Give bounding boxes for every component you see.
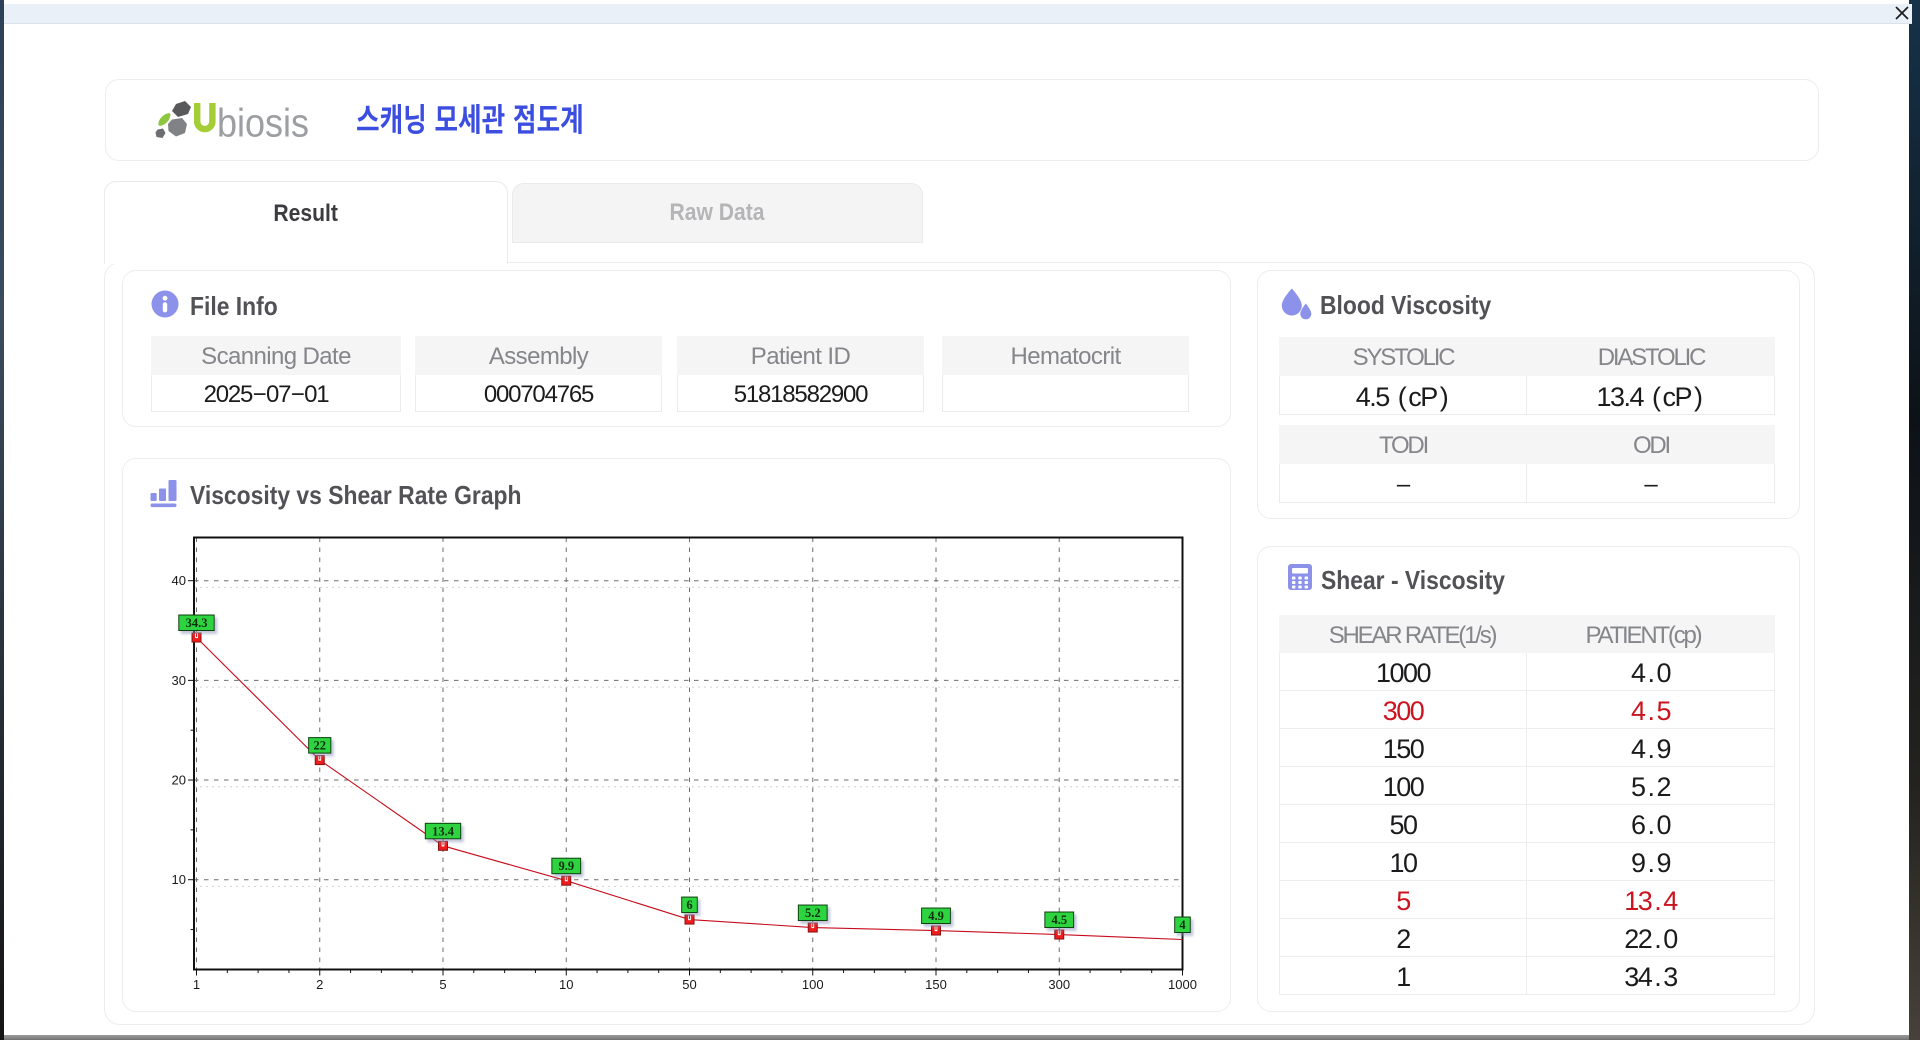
svg-text:30: 30 (172, 673, 186, 688)
svg-text:10: 10 (172, 872, 186, 887)
svg-text:1000: 1000 (1168, 977, 1197, 992)
svg-text:6: 6 (686, 898, 692, 912)
svg-text:50: 50 (682, 977, 696, 992)
svg-text:13.4: 13.4 (432, 824, 455, 838)
svg-text:4.5: 4.5 (1051, 913, 1067, 927)
svg-text:40: 40 (172, 573, 186, 588)
svg-text:9.9: 9.9 (558, 859, 574, 873)
svg-text:4: 4 (1179, 918, 1186, 932)
svg-text:100: 100 (802, 977, 824, 992)
svg-text:300: 300 (1048, 977, 1070, 992)
svg-text:150: 150 (925, 977, 947, 992)
svg-text:4.9: 4.9 (928, 909, 944, 923)
svg-text:22: 22 (314, 739, 327, 753)
svg-text:5.2: 5.2 (805, 906, 821, 920)
svg-text:10: 10 (559, 977, 573, 992)
svg-text:biosis: biosis (217, 102, 309, 145)
svg-text:34.3: 34.3 (186, 616, 208, 630)
svg-text:20: 20 (172, 773, 186, 788)
svg-text:5: 5 (439, 977, 446, 992)
svg-text:1: 1 (193, 977, 200, 992)
svg-text:2: 2 (316, 977, 323, 992)
